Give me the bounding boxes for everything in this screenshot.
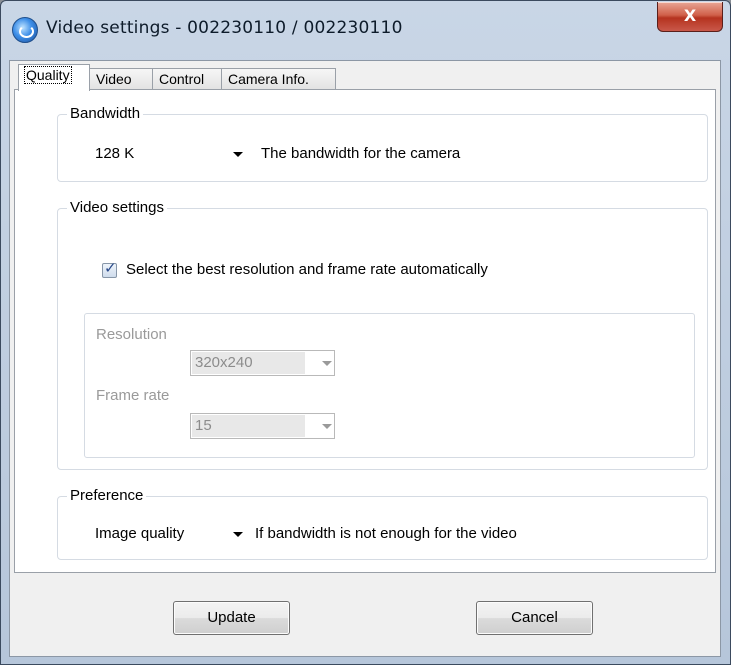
title-bar[interactable]: Video settings - 002230110 / 002230110 X [1, 1, 730, 61]
quality-tab-panel: Bandwidth 128 K The bandwidth for the ca… [14, 89, 716, 573]
tab-video-label: Video [96, 71, 132, 87]
bandwidth-group: Bandwidth 128 K The bandwidth for the ca… [57, 104, 708, 182]
preference-group: Preference Image quality If bandwidth is… [57, 486, 708, 560]
tab-quality-label: Quality [24, 66, 72, 84]
dialog-window: Video settings - 002230110 / 002230110 X… [0, 0, 731, 665]
frame-rate-dropdown[interactable]: 15 [190, 413, 335, 439]
chevron-down-icon [233, 152, 243, 157]
bandwidth-group-label: Bandwidth [67, 104, 144, 124]
dialog-client-area: Quality Video Control Camera Info. Bandw… [9, 60, 721, 657]
tab-quality[interactable]: Quality [18, 64, 90, 91]
resolution-value: 320x240 [192, 352, 305, 374]
auto-select-checkbox[interactable]: ✓ [102, 259, 117, 278]
chevron-down-icon [233, 532, 243, 537]
preference-group-label: Preference [67, 486, 147, 506]
frame-rate-value: 15 [192, 415, 305, 437]
resolution-framerate-box: Resolution 320x240 Frame rate 15 [84, 313, 695, 458]
tab-video[interactable]: Video [89, 68, 153, 90]
chevron-down-icon [322, 424, 332, 429]
resolution-label: Resolution [96, 326, 167, 343]
close-button[interactable]: X [657, 2, 723, 32]
preference-selected-value: Image quality [95, 525, 185, 542]
chevron-down-icon [322, 361, 332, 366]
bandwidth-description: The bandwidth for the camera [261, 145, 461, 162]
video-settings-group: Video settings ✓ Select the best resolut… [57, 198, 708, 470]
close-icon: X [683, 6, 697, 25]
tab-camera-info[interactable]: Camera Info. [221, 68, 336, 90]
preference-dropdown[interactable]: Image quality [92, 521, 246, 547]
frame-rate-label: Frame rate [96, 387, 170, 404]
window-title: Video settings - 002230110 / 002230110 [46, 18, 403, 38]
cancel-button[interactable]: Cancel [476, 601, 593, 635]
camera-app-icon [12, 17, 38, 43]
checkmark-icon: ✓ [104, 259, 117, 277]
tab-camera-info-label: Camera Info. [228, 71, 309, 87]
resolution-dropdown[interactable]: 320x240 [190, 350, 335, 376]
bandwidth-selected-value: 128 K [95, 145, 135, 162]
auto-select-checkbox-label[interactable]: Select the best resolution and frame rat… [126, 260, 488, 280]
bandwidth-dropdown[interactable]: 128 K [92, 141, 246, 167]
preference-description: If bandwidth is not enough for the video [255, 525, 517, 542]
tab-control[interactable]: Control [152, 68, 222, 90]
tab-control-label: Control [159, 71, 205, 87]
video-settings-group-label: Video settings [67, 198, 167, 218]
update-button[interactable]: Update [173, 601, 290, 635]
